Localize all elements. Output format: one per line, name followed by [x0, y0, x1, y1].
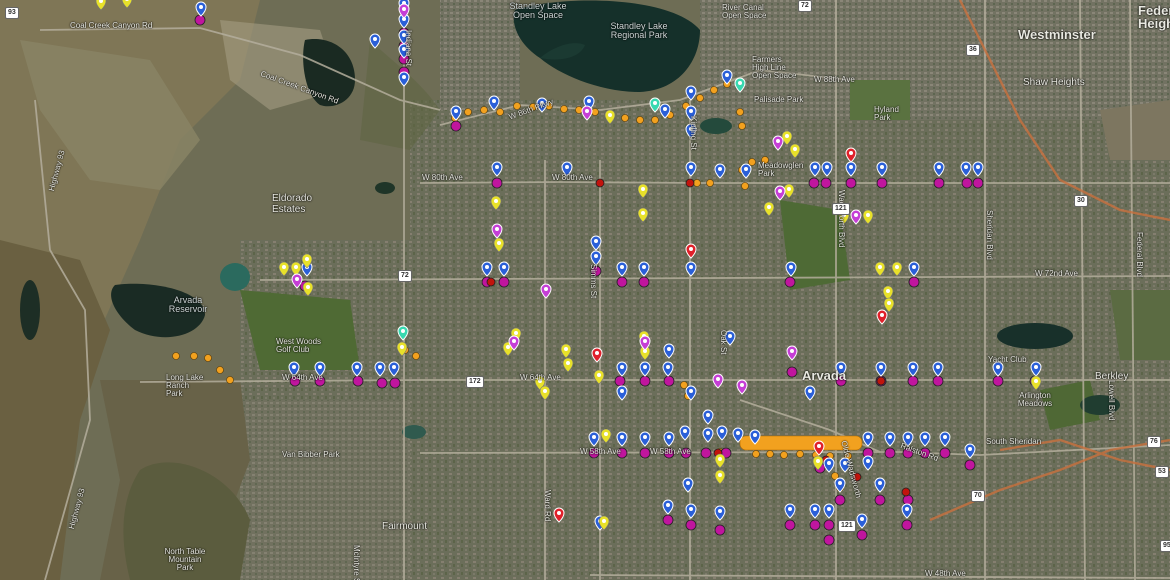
label-west-woods-golf: West Woods Golf Club — [276, 337, 322, 354]
road-federal-blvd: Federal Blvd — [1135, 232, 1144, 277]
road-wadsworth-blvd: Wadsworth Blvd — [837, 190, 846, 248]
road-ward-rd: Ward Rd — [543, 490, 552, 522]
road-lowell-blvd: Lowell Blvd — [1107, 380, 1116, 421]
road-indiana-st: Indiana St — [404, 30, 413, 67]
label-north-table-mountain-park: North Table Mountain Park — [164, 547, 206, 572]
road-w58th-ave-2: W 58th Ave — [650, 447, 691, 456]
shield-72-a: 72 — [398, 270, 412, 282]
label-westminster: Westminster — [1018, 27, 1096, 42]
road-w48th-ave: W 48th Ave — [925, 569, 966, 578]
road-w88th-ave: W 88th Ave — [814, 75, 855, 84]
road-w80th-ave-2: W 80th Ave — [552, 173, 593, 182]
label-farmers-high-line: Farmers High Line Open Space — [752, 55, 797, 80]
shield-93: 93 — [5, 7, 19, 19]
label-south-sheridan: South Sheridan — [986, 437, 1042, 446]
road-oak-st: Oak St — [719, 330, 728, 355]
road-w80th-ave-1: W 80th Ave — [422, 173, 463, 182]
road-w58th-ave-1: W 58th Ave — [580, 447, 621, 456]
road-kipling-st: Kipling St — [689, 116, 698, 150]
road-w72nd-ave: W 72nd Ave — [1035, 269, 1078, 278]
shield-76: 76 — [1147, 436, 1161, 448]
shield-95: 95 — [1160, 540, 1170, 552]
shield-36: 36 — [966, 44, 980, 56]
label-palisade-park: Palisade Park — [754, 95, 804, 104]
road-w64th-ave-1: W 64th Ave — [282, 373, 323, 382]
shield-70: 70 — [971, 490, 985, 502]
pond-3 — [700, 118, 732, 134]
label-yacht-club: Yacht Club — [988, 355, 1027, 364]
pond-2 — [997, 323, 1073, 349]
label-shaw-heights: Shaw Heights — [1023, 77, 1085, 88]
shield-172: 172 — [466, 376, 484, 388]
label-hyland-park: Hyland Park — [874, 105, 899, 122]
label-meadowglen-park: Meadowglen Park — [758, 161, 804, 178]
shield-30: 30 — [1074, 195, 1088, 207]
satellite-map[interactable]: Westminster Federal Heights Shaw Heights… — [0, 0, 1170, 580]
road-mcintyre-st: McIntyre St — [352, 545, 361, 580]
map-canvas — [0, 0, 1170, 580]
road-w64th-ave-2: W 64th Ave — [520, 373, 561, 382]
label-eldorado-estates: Eldorado Estates — [272, 193, 313, 215]
shield-121-a: 121 — [832, 203, 850, 215]
label-federal-heights: Federal Heights — [1138, 3, 1170, 31]
label-river-canal-open-space: River Canal Open Space — [722, 3, 767, 20]
road-sheridan-blvd: Sheridan Blvd — [985, 210, 994, 260]
label-standley-lake-open-space: Standley Lake Open Space — [509, 1, 567, 20]
label-long-lake-ranch-park: Long Lake Ranch Park — [166, 373, 204, 398]
label-van-bibber-park: Van Bibber Park — [282, 450, 340, 459]
shield-53: 53 — [1155, 466, 1169, 478]
road-coal-creek-canyon-1: Coal Creek Canyon Rd — [70, 21, 153, 30]
label-standley-lake-regional-park: Standley Lake Regional Park — [610, 21, 668, 40]
pond-1 — [220, 263, 250, 291]
label-arlington-meadows: Arlington Meadows — [1017, 391, 1053, 408]
shield-72-b: 72 — [798, 0, 812, 12]
road-simms-st: Simms St — [589, 264, 598, 299]
shield-121-b: 121 — [838, 520, 856, 532]
label-arvada-reservoir: Arvada Reservoir — [168, 295, 208, 314]
label-fairmount: Fairmount — [382, 521, 428, 532]
label-arvada: Arvada — [802, 368, 847, 383]
